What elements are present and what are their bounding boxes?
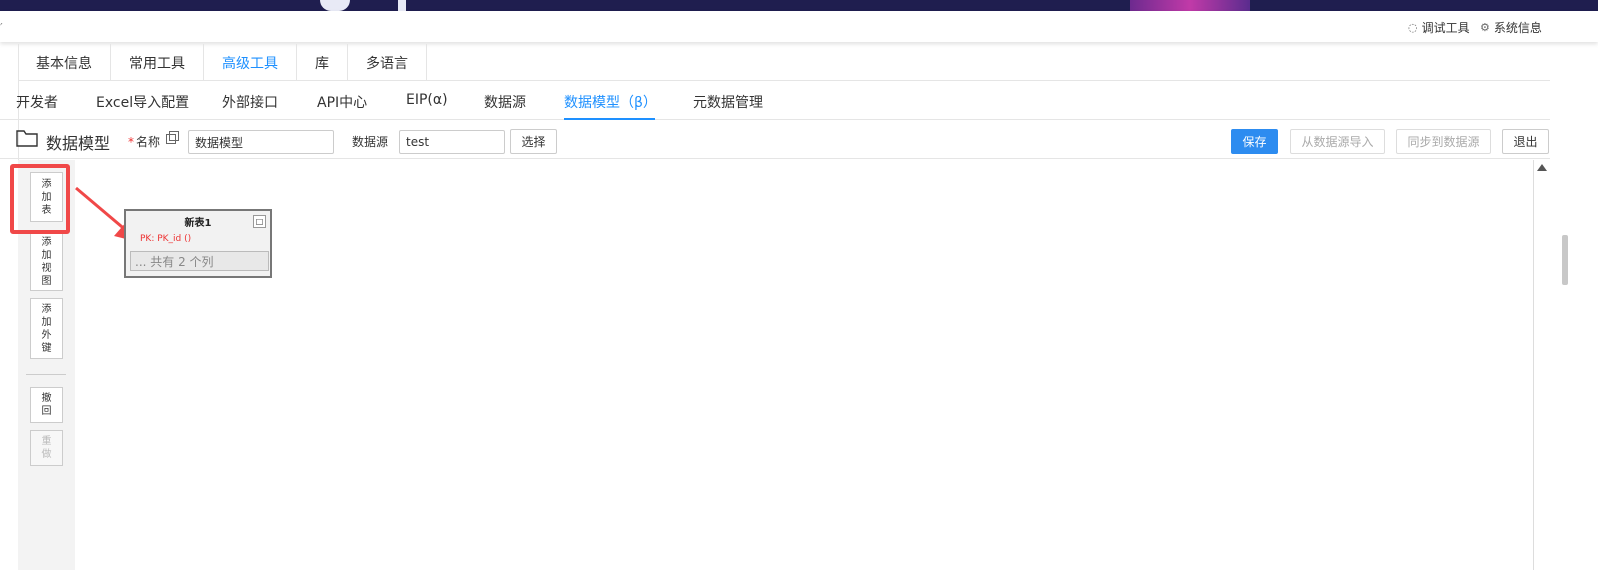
minimize-icon[interactable]: □ xyxy=(253,215,266,228)
header-banner xyxy=(0,0,1598,11)
banner-graphic xyxy=(320,0,350,11)
tab-datasource[interactable]: 数据源 xyxy=(484,92,526,112)
exit-button[interactable]: 退出 xyxy=(1502,129,1549,154)
primary-key-row: PK: PK_id () xyxy=(140,234,192,244)
add-foreign-key-label: 添加外键 xyxy=(41,303,52,354)
name-input[interactable] xyxy=(188,130,334,154)
secondary-tabs: 开发者 Excel导入配置 外部接口 API中心 EIP(α) 数据源 数据模型… xyxy=(0,82,1550,120)
tab-developer[interactable]: 开发者 xyxy=(16,92,58,112)
tab-common-tools[interactable]: 常用工具 xyxy=(111,44,204,81)
tab-data-model[interactable]: 数据模型（β） xyxy=(564,92,657,112)
undo-label: 撤回 xyxy=(41,393,52,417)
page-scrollbar-thumb[interactable] xyxy=(1562,235,1568,285)
add-foreign-key-button[interactable]: 添加外键 xyxy=(30,298,63,359)
active-tab-underline xyxy=(564,118,655,120)
undo-button[interactable]: 撤回 xyxy=(30,387,63,423)
primary-tabs: 基本信息 常用工具 高级工具 库 多语言 xyxy=(18,44,1550,81)
table-node-name: 新表1 xyxy=(184,218,212,229)
edge-glyph: ′ xyxy=(0,21,3,35)
top-bar: ′ ◌ 调试工具 ⚙ 系统信息 xyxy=(0,11,1598,42)
scroll-up-icon[interactable] xyxy=(1537,164,1547,171)
tab-library[interactable]: 库 xyxy=(297,44,348,81)
required-mark: * xyxy=(128,135,134,149)
import-from-datasource-button[interactable]: 从数据源导入 xyxy=(1290,129,1385,154)
system-info-link[interactable]: ⚙ 系统信息 xyxy=(1480,19,1542,36)
debug-tool-label: 调试工具 xyxy=(1421,21,1470,35)
banner-graphic xyxy=(1130,0,1250,11)
system-info-label: 系统信息 xyxy=(1493,21,1542,35)
save-button[interactable]: 保存 xyxy=(1231,129,1278,154)
tab-basic-info[interactable]: 基本信息 xyxy=(18,44,111,81)
redo-button[interactable]: 重做 xyxy=(30,430,63,466)
tab-metadata-management[interactable]: 元数据管理 xyxy=(693,92,763,112)
debug-tool-link[interactable]: ◌ 调试工具 xyxy=(1408,19,1470,36)
copy-icon[interactable] xyxy=(166,131,179,144)
tab-eip[interactable]: EIP(α) xyxy=(406,92,448,108)
folder-icon xyxy=(16,130,38,147)
annotation-highlight-box xyxy=(10,164,70,234)
tab-excel-import[interactable]: Excel导入配置 xyxy=(96,92,189,112)
columns-summary[interactable]: ... 共有 2 个列 xyxy=(130,251,269,271)
sidebar-divider xyxy=(26,374,66,375)
name-label: * 名称 xyxy=(128,133,160,150)
sync-to-datasource-button[interactable]: 同步到数据源 xyxy=(1396,129,1491,154)
gear-icon: ⚙ xyxy=(1480,21,1490,34)
tab-multilanguage[interactable]: 多语言 xyxy=(348,44,427,81)
select-datasource-button[interactable]: 选择 xyxy=(510,129,557,154)
table-node[interactable]: 新表1 □ PK: PK_id () ... 共有 2 个列 xyxy=(124,209,272,278)
tab-external-api[interactable]: 外部接口 xyxy=(222,92,278,112)
banner-graphic xyxy=(398,0,406,11)
datasource-input[interactable] xyxy=(399,130,505,154)
tab-api-center[interactable]: API中心 xyxy=(317,92,367,112)
model-toolbar: 数据模型 *名称 数据源 选择 保存 从数据源导入 同步到数据源 退出 xyxy=(0,122,1550,159)
crosshair-icon: ◌ xyxy=(1408,21,1418,34)
datasource-label: 数据源 xyxy=(352,135,389,149)
vertical-scrollbar[interactable] xyxy=(1536,160,1550,570)
page-title: 数据模型 xyxy=(46,134,111,153)
redo-label: 重做 xyxy=(41,436,52,460)
name-label-text: 名称 xyxy=(136,135,161,149)
add-view-label: 添加视图 xyxy=(41,236,52,287)
tab-advanced-tools[interactable]: 高级工具 xyxy=(204,44,297,81)
add-view-button[interactable]: 添加视图 xyxy=(30,232,63,291)
